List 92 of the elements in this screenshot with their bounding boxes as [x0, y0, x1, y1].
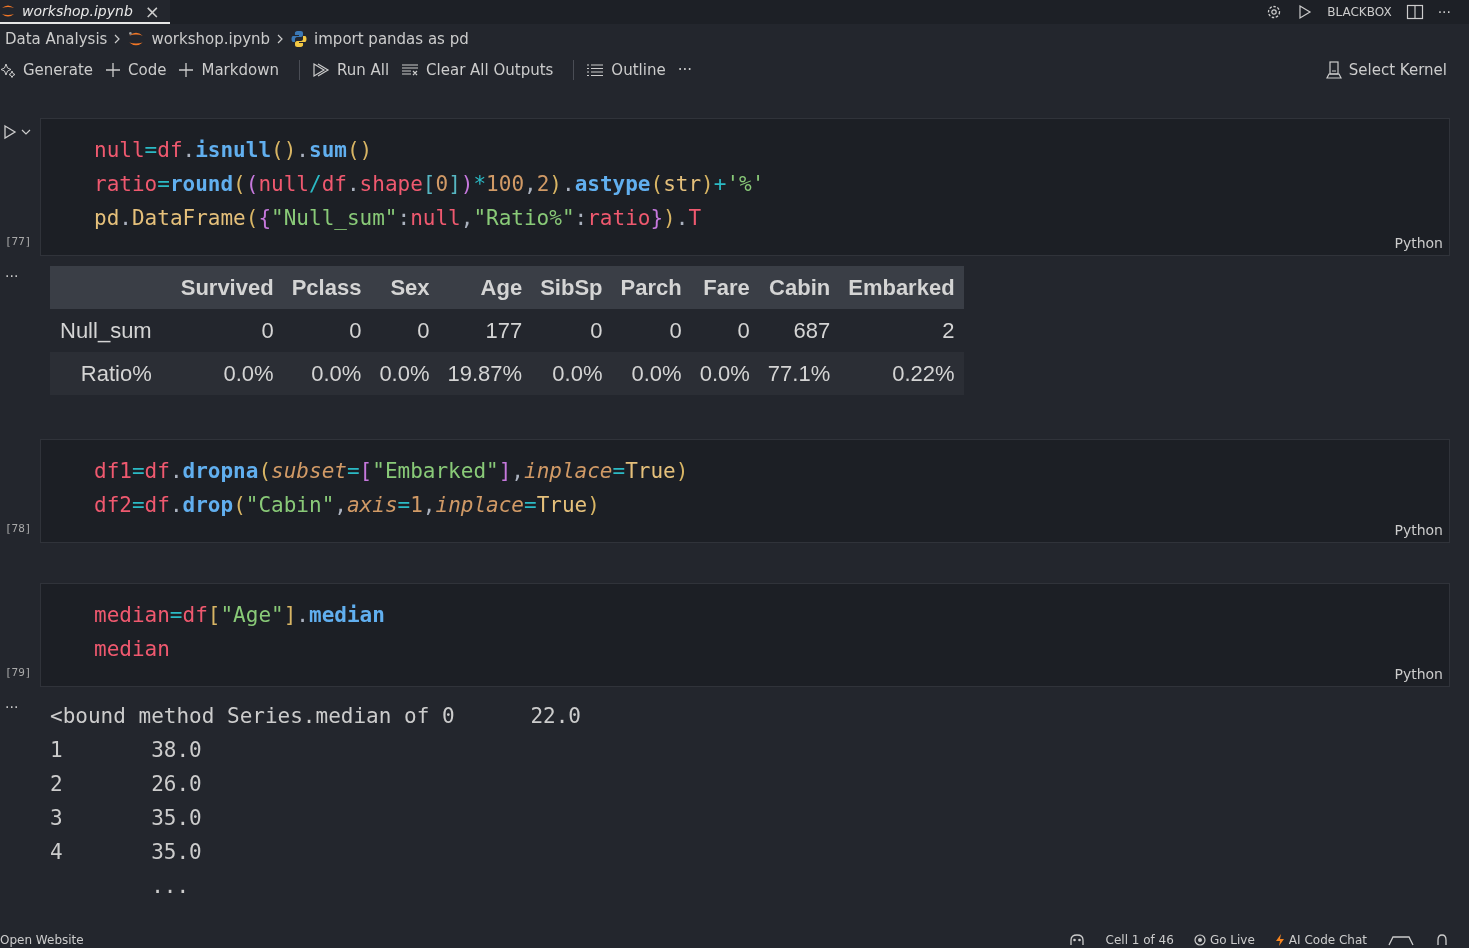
execution-count: [77]: [5, 235, 32, 248]
split-editor-icon[interactable]: [1405, 4, 1424, 20]
plus-icon: [178, 62, 195, 78]
output-line: 1 38.0: [50, 737, 203, 764]
table-cell: 19.87%: [438, 352, 532, 395]
breadcrumb-item[interactable]: import pandas as pd: [314, 30, 469, 48]
run-all-icon: [311, 62, 330, 78]
column-header: Sex: [370, 266, 439, 309]
more-button[interactable]: ···: [677, 59, 700, 81]
lightning-icon: [1274, 934, 1285, 946]
kernel-icon: [1325, 61, 1342, 79]
table-cell: 177: [438, 309, 532, 352]
code-line: ratio=round((null/df.shape[0])*100,2).astype(str)+'%': [94, 171, 766, 198]
select-kernel-button[interactable]: Select Kernel: [1325, 59, 1455, 81]
breadcrumb-item[interactable]: Data Analysis: [5, 30, 108, 48]
table-cell: 687: [758, 309, 840, 352]
notebook-icon: [127, 30, 146, 48]
table-cell: 0.0%: [690, 352, 759, 395]
run-cell-icon[interactable]: [3, 124, 17, 140]
table-cell: 0.0%: [611, 352, 691, 395]
code-line: pd.DataFrame({"Null_sum":null,"Ratio%":ratio}).T: [94, 205, 703, 232]
table-cell: 0.0%: [531, 352, 612, 395]
output-line: 2 26.0: [50, 771, 203, 798]
column-header: Cabin: [758, 266, 840, 309]
table-cell: 0.0%: [171, 352, 283, 395]
chevron-icon: [113, 33, 122, 45]
sparkle-icon: [0, 62, 16, 78]
plus-icon: [105, 62, 122, 78]
table-cell: 0.0%: [282, 352, 371, 395]
toolbar-button[interactable]: Generate: [0, 59, 102, 81]
output-menu-button[interactable]: ···: [0, 268, 19, 284]
status-item[interactable]: Cell 1 of 46: [1105, 933, 1174, 947]
code-cell[interactable]: null=df.isnull().sum() ratio=round((null/df.shape[0])*100,2).astype(str)+'%' pd.DataFrame({"Null_sum":null,"Ratio%":ratio}).T Python: [40, 118, 1450, 256]
table-cell: 0.0%: [370, 352, 439, 395]
copilot-icon[interactable]: [1067, 934, 1086, 946]
table-cell: 0: [690, 309, 759, 352]
column-header: SibSp: [531, 266, 612, 309]
blackbox-button[interactable]: BLACKBOX: [1327, 5, 1392, 19]
output-line: 4 35.0: [50, 839, 203, 866]
extension-icon[interactable]: [1387, 934, 1415, 946]
toolbar-button[interactable]: Outline: [586, 59, 674, 81]
column-header: Pclass: [282, 266, 371, 309]
code-line: median: [94, 636, 171, 663]
column-header: Survived: [171, 266, 283, 309]
chevron-down-icon[interactable]: [21, 128, 31, 136]
clear-outputs-icon: [401, 63, 420, 77]
language-label[interactable]: Python: [1394, 666, 1443, 682]
table-cell: 0.22%: [839, 352, 964, 395]
column-header: Parch: [611, 266, 691, 309]
table-cell: 0: [531, 309, 612, 352]
toolbar-button[interactable]: Code: [105, 59, 175, 81]
code-line: null=df.isnull().sum(): [94, 137, 374, 164]
python-icon: [290, 30, 309, 48]
table-cell: 77.1%: [758, 352, 840, 395]
column-header: Embarked: [839, 266, 964, 309]
close-icon[interactable]: ×: [144, 0, 160, 22]
code-line: df2=df.drop("Cabin",axis=1,inplace=True): [94, 492, 601, 519]
language-label[interactable]: Python: [1394, 522, 1443, 538]
chevron-icon: [276, 33, 285, 45]
output-menu-button[interactable]: ···: [0, 699, 19, 715]
notebook-icon: [0, 3, 16, 19]
column-header: Age: [438, 266, 532, 309]
table-cell: 2: [839, 309, 964, 352]
table-cell: 0: [370, 309, 439, 352]
output-line: ...: [150, 873, 191, 900]
list-icon: [586, 63, 605, 77]
language-label[interactable]: Python: [1394, 235, 1443, 251]
code-line: df1=df.dropna(subset=["Embarked"],inplace=True): [94, 458, 690, 485]
table-cell: 0: [282, 309, 371, 352]
bell-icon[interactable]: [1435, 934, 1449, 946]
code-cell[interactable]: df1=df.dropna(subset=["Embarked"],inplace=True) df2=df.drop("Cabin",axis=1,inplace=True) Python: [40, 439, 1450, 543]
code-cell[interactable]: median=df["Age"].median median Python: [40, 583, 1450, 687]
toolbar-button[interactable]: Clear All Outputs: [401, 59, 562, 81]
editor-tab[interactable]: workshop.ipynb ×: [0, 0, 170, 24]
row-header: Null_sum: [50, 309, 172, 352]
execution-count: [78]: [5, 522, 32, 535]
row-header: Ratio%: [50, 352, 172, 395]
ai-chat-button[interactable]: AI Code Chat: [1274, 933, 1367, 947]
output-line: 3 35.0: [50, 805, 203, 832]
breadcrumb-item[interactable]: workshop.ipynb: [151, 30, 271, 48]
broadcast-icon: [1193, 934, 1206, 946]
more-button[interactable]: ···: [1437, 4, 1451, 20]
output-line: <bound method Series.median of 0 22.0: [50, 703, 581, 730]
toolbar-button[interactable]: Run All: [311, 59, 398, 81]
column-header: Fare: [690, 266, 759, 309]
table-cell: 0: [171, 309, 283, 352]
table-cell: 0: [611, 309, 691, 352]
toolbar-button[interactable]: Markdown: [178, 59, 287, 81]
status-item[interactable]: Open Website: [0, 933, 84, 947]
go-live-button[interactable]: Go Live: [1193, 933, 1255, 947]
code-line: median=df["Age"].median: [94, 602, 386, 629]
execution-count: [79]: [5, 666, 32, 679]
